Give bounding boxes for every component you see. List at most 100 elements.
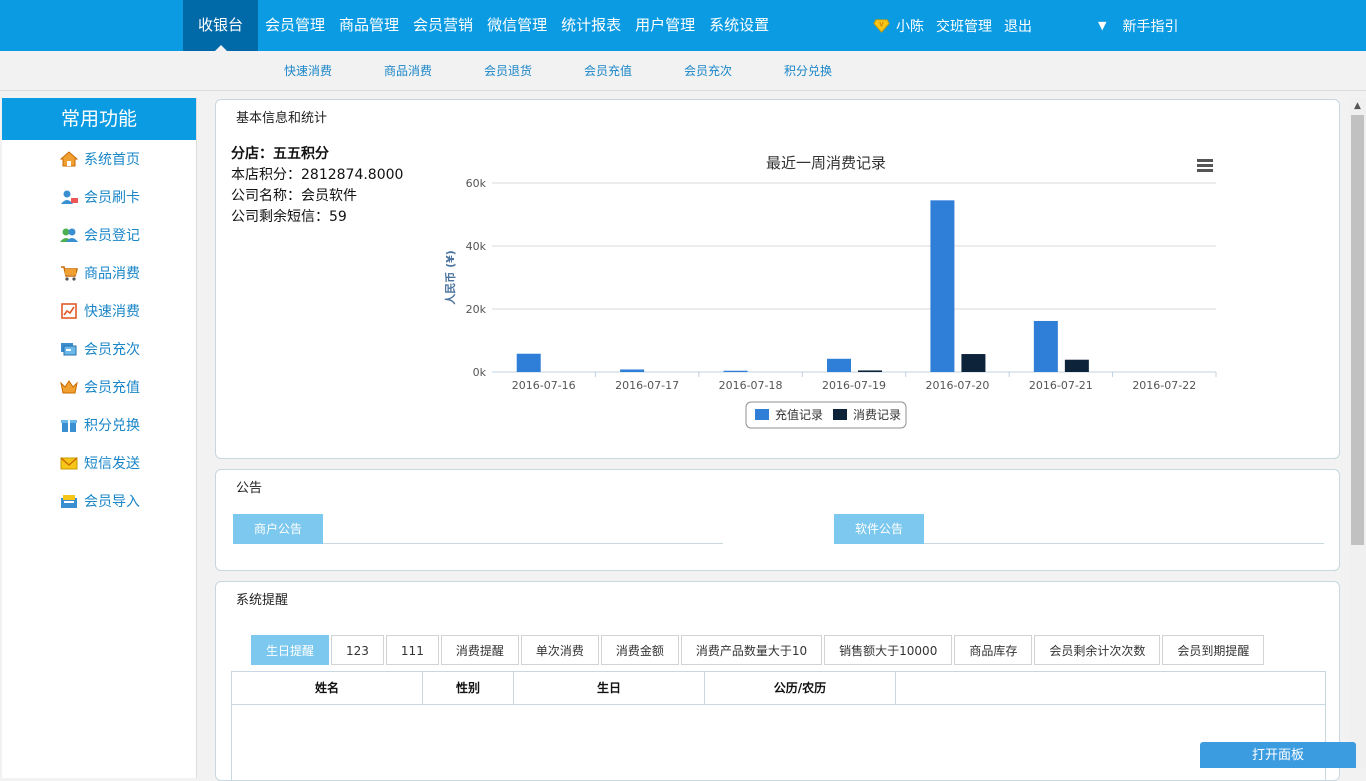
scroll-up-arrow-icon[interactable]: ▲ (1349, 98, 1366, 115)
x-tick-label: 2016-07-17 (615, 379, 679, 392)
top-bar: 收银台 会员管理 商品管理 会员营销 微信管理 统计报表 用户管理 系统设置 V… (0, 0, 1366, 51)
subnav-quick-consume[interactable]: 快速消费 (258, 51, 358, 91)
notice-panel-title: 公告 (236, 481, 263, 496)
sidebar-item-member-recharge-count[interactable]: 会员充次 (2, 330, 196, 368)
reminder-tab[interactable]: 单次消费 (520, 635, 599, 665)
vip-diamond-icon: V (873, 19, 890, 33)
guide-link[interactable]: 新手指引 (1122, 16, 1178, 36)
sidebar-item-label: 会员充次 (84, 342, 140, 358)
column-header-birthday[interactable]: 生日 (514, 672, 705, 705)
reminders-panel: 系统提醒 生日提醒 123 111 消费提醒 单次消费 消费金额 消费产品数量大… (215, 581, 1340, 781)
subnav-points-exchange[interactable]: 积分兑换 (758, 51, 858, 91)
sidebar-title: 常用功能 (2, 98, 196, 140)
bar-consume (961, 354, 986, 372)
x-tick-label: 2016-07-18 (719, 379, 783, 392)
column-header-gender[interactable]: 性别 (423, 672, 514, 705)
sidebar-item-label: 商品消费 (84, 266, 140, 282)
tab-product-management[interactable]: 商品管理 (332, 0, 406, 51)
reminder-tab[interactable]: 消费金额 (600, 635, 679, 665)
legend-swatch (755, 409, 769, 420)
chart-svg: 最近一周消费记录 0k 20k 40k 60k 人民币 (¥) 2016-07-16 2016… (443, 154, 1217, 429)
dropdown-caret-icon[interactable]: ▼ (1098, 19, 1106, 32)
sub-nav-bar: 快速消费 商品消费 会员退货 会员充值 会员充次 积分兑换 (0, 51, 1366, 91)
software-notice-tab[interactable]: 软件公告 (834, 514, 924, 544)
sidebar-item-card-swipe[interactable]: 会员刷卡 (2, 178, 196, 216)
subnav-member-recharge-count[interactable]: 会员充次 (658, 51, 758, 91)
chart-icon (61, 303, 77, 319)
weekly-consumption-chart: 最近一周消费记录 0k 20k 40k 60k 人民币 (¥) 2016-07-16 2016… (442, 140, 1242, 440)
x-tick-label: 2016-07-20 (925, 379, 989, 392)
stats-panel-title: 基本信息和统计 (236, 111, 328, 126)
open-panel-button[interactable]: 打开面板 (1200, 742, 1356, 768)
reminder-tab[interactable]: 消费产品数量大于10 (680, 635, 823, 665)
column-header-name[interactable]: 姓名 (232, 672, 423, 705)
chart-menu-icon[interactable] (1197, 159, 1213, 172)
scrollbar-thumb[interactable] (1351, 115, 1364, 545)
reminder-tab-birthday[interactable]: 生日提醒 (251, 635, 330, 665)
sidebar-item-home[interactable]: 系统首页 (2, 140, 196, 178)
sidebar-item-member-import[interactable]: 会员导入 (2, 482, 196, 520)
cart-icon (61, 266, 78, 281)
sidebar-item-label: 短信发送 (84, 456, 140, 472)
username-link[interactable]: 小陈 (896, 16, 924, 36)
legend-label: 充值记录 (775, 407, 823, 422)
subnav-member-recharge[interactable]: 会员充值 (558, 51, 658, 91)
column-header-calendar[interactable]: 公历/农历 (705, 672, 896, 705)
sidebar-item-label: 快速消费 (84, 304, 140, 320)
card-swipe-icon (61, 190, 78, 204)
y-tick-label: 60k (466, 177, 487, 190)
logout-link[interactable]: 退出 (1004, 16, 1032, 36)
tab-wechat-management[interactable]: 微信管理 (480, 0, 554, 51)
sidebar-item-product-consume[interactable]: 商品消费 (2, 254, 196, 292)
y-tick-label: 40k (466, 240, 487, 253)
subnav-product-consume[interactable]: 商品消费 (358, 51, 458, 91)
merchant-notice-tab[interactable]: 商户公告 (233, 514, 323, 544)
sidebar-item-sms[interactable]: 短信发送 (2, 444, 196, 482)
x-tick-label: 2016-07-16 (512, 379, 576, 392)
bar-consume (858, 370, 882, 372)
tab-user-management[interactable]: 用户管理 (628, 0, 702, 51)
x-tick-label: 2016-07-21 (1029, 379, 1093, 392)
reminder-tab[interactable]: 会员到期提醒 (1162, 635, 1265, 665)
tab-member-management[interactable]: 会员管理 (258, 0, 332, 51)
reminder-tab[interactable]: 123 (331, 635, 384, 665)
merchant-notice-header: 商户公告 (233, 514, 723, 544)
x-tick-label: 2016-07-19 (822, 379, 886, 392)
shop-info: 分店：五五积分 本店积分：2812874.8000 公司名称：会员软件 公司剩余… (231, 144, 403, 228)
reminder-tab[interactable]: 商品库存 (954, 635, 1033, 665)
subnav-member-return[interactable]: 会员退货 (458, 51, 558, 91)
software-notice-header: 软件公告 (834, 514, 1324, 544)
chart-title: 最近一周消费记录 (766, 154, 886, 172)
tab-system-settings[interactable]: 系统设置 (702, 0, 776, 51)
tab-cashier[interactable]: 收银台 (183, 0, 259, 51)
svg-text:V: V (879, 21, 884, 28)
y-tick-label: 0k (473, 366, 487, 379)
reminder-tab[interactable]: 111 (385, 635, 439, 665)
bar-recharge (723, 370, 748, 372)
reminder-tab[interactable]: 消费提醒 (440, 635, 519, 665)
gift-icon (61, 420, 77, 432)
tab-member-marketing[interactable]: 会员营销 (406, 0, 480, 51)
sidebar-item-label: 会员充值 (84, 380, 140, 396)
stats-panel: 基本信息和统计 分店：五五积分 本店积分：2812874.8000 公司名称：会… (215, 99, 1340, 459)
bar-recharge (516, 353, 541, 372)
reminder-tab[interactable]: 销售额大于10000 (824, 635, 953, 665)
tab-statistics[interactable]: 统计报表 (554, 0, 628, 51)
sidebar-item-quick-consume[interactable]: 快速消费 (2, 292, 196, 330)
y-axis-label: 人民币 (¥) (443, 250, 457, 305)
sidebar: 常用功能 系统首页 会员刷卡 会员登记 商品消费 快速消费 会员充次 会员充值 … (2, 98, 197, 778)
shift-management-link[interactable]: 交班管理 (936, 16, 992, 36)
sidebar-item-label: 积分兑换 (84, 418, 140, 434)
reminders-panel-title: 系统提醒 (236, 593, 289, 608)
reminder-tab[interactable]: 会员剩余计次次数 (1034, 635, 1161, 665)
import-icon (61, 495, 77, 508)
sidebar-item-member-recharge[interactable]: 会员充值 (2, 368, 196, 406)
mail-icon (60, 457, 78, 470)
remaining-sms: 公司剩余短信：59 (231, 209, 347, 225)
sidebar-item-member-register[interactable]: 会员登记 (2, 216, 196, 254)
page-scrollbar[interactable]: ▲ (1349, 98, 1366, 768)
sidebar-item-points-exchange[interactable]: 积分兑换 (2, 406, 196, 444)
shop-name: 分店：五五积分 (231, 146, 329, 162)
legend-swatch (833, 409, 847, 420)
top-nav: 收银台 会员管理 商品管理 会员营销 微信管理 统计报表 用户管理 系统设置 (183, 0, 776, 51)
